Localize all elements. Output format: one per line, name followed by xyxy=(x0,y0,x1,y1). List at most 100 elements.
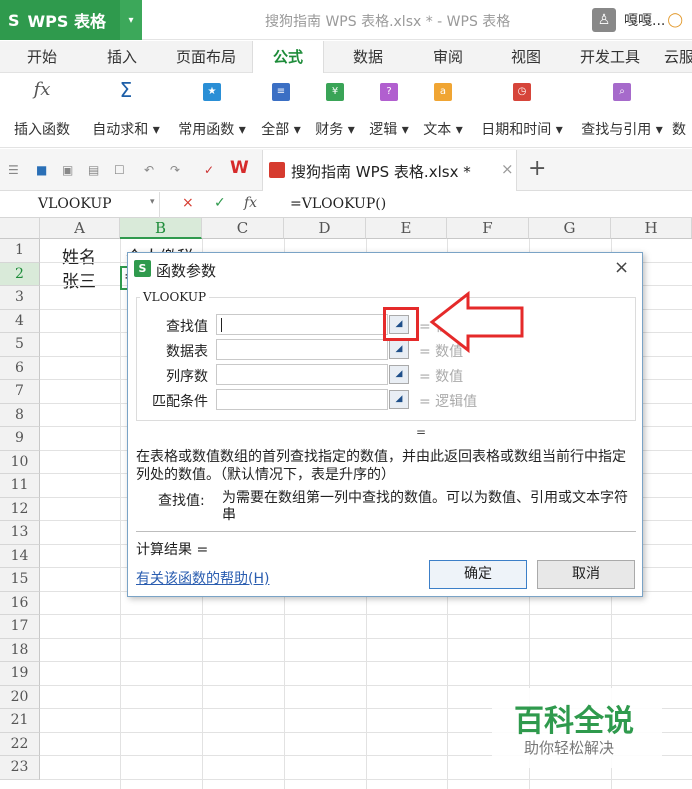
close-tab-icon[interactable]: × xyxy=(501,160,514,178)
row-header[interactable]: 17 xyxy=(0,615,40,639)
select-all-corner[interactable] xyxy=(0,218,40,239)
cell-a2[interactable]: 张三 xyxy=(62,267,96,292)
menu-insert[interactable]: 插入 xyxy=(94,41,150,73)
financial-button[interactable]: ¥ 财务 ▾ xyxy=(310,73,360,148)
row-header[interactable]: 23 xyxy=(0,756,40,780)
menu-home[interactable]: 开始 xyxy=(14,41,70,73)
row-header[interactable]: 14 xyxy=(0,544,40,568)
col-index-input[interactable] xyxy=(216,364,388,385)
print-icon[interactable]: ▤ xyxy=(88,163,99,177)
row-header[interactable]: 5 xyxy=(0,333,40,357)
cell-a1[interactable]: 姓名 xyxy=(62,243,96,268)
datetime-button[interactable]: ◷ 日期和时间 ▾ xyxy=(474,73,570,148)
column-header-h[interactable]: H xyxy=(611,218,692,239)
wps-logo-icon: S xyxy=(134,260,151,277)
wps-w-icon[interactable]: W xyxy=(230,158,249,178)
column-header-g[interactable]: G xyxy=(529,218,611,239)
menu-formula[interactable]: 公式 xyxy=(252,41,324,74)
function-help-link[interactable]: 有关该函数的帮助(H) xyxy=(136,568,269,588)
open-icon[interactable]: ☰ xyxy=(8,163,19,177)
column-header-c[interactable]: C xyxy=(202,218,284,239)
lookup-reference-button[interactable]: ⌕ 查找与引用 ▾ xyxy=(574,73,670,148)
collapse-range-icon[interactable]: ◢ xyxy=(389,365,409,384)
row-header[interactable]: 15 xyxy=(0,568,40,592)
row-header[interactable]: 8 xyxy=(0,403,40,427)
menu-review[interactable]: 审阅 xyxy=(420,41,476,73)
row-header[interactable]: 13 xyxy=(0,521,40,545)
window-title: 搜狗指南 WPS 表格.xlsx * - WPS 表格 xyxy=(265,14,511,30)
menu-data[interactable]: 数据 xyxy=(340,41,396,73)
ok-button[interactable]: 确定 xyxy=(429,560,527,589)
save-icon[interactable]: ■ xyxy=(36,163,47,177)
watermark-title: 百科全说 xyxy=(514,704,634,739)
menu-cloud[interactable]: 云服 xyxy=(664,41,692,73)
column-header-a[interactable]: A xyxy=(40,218,120,239)
skin-icon[interactable]: ◯ xyxy=(667,12,683,28)
user-account[interactable]: ♙ 嘎嘎... ◯ xyxy=(592,5,692,35)
autosum-button[interactable]: Σ 自动求和 ▾ xyxy=(86,73,166,148)
all-functions-button[interactable]: ≡ 全部 ▾ xyxy=(256,73,306,148)
menu-page-layout[interactable]: 页面布局 xyxy=(168,41,244,73)
collapse-range-icon[interactable]: ◢ xyxy=(389,340,409,359)
ribbon-label: 文本 ▾ xyxy=(423,122,463,138)
row-header[interactable]: 3 xyxy=(0,286,40,310)
row-header[interactable]: 4 xyxy=(0,309,40,333)
text-button[interactable]: a 文本 ▾ xyxy=(418,73,468,148)
ribbon-label: 日期和时间 ▾ xyxy=(481,122,563,138)
menu-view[interactable]: 视图 xyxy=(498,41,554,73)
column-header-b[interactable]: B xyxy=(120,218,202,239)
avatar-icon[interactable]: ♙ xyxy=(592,8,616,32)
name-box[interactable]: VLOOKUP ▾ xyxy=(0,192,160,218)
ribbon: fx 插入函数 Σ 自动求和 ▾ ★ 常用函数 ▾ ≡ 全部 ▾ ¥ 财务 ▾ … xyxy=(0,73,692,148)
cancel-formula-icon[interactable]: × xyxy=(182,195,194,211)
row-header[interactable]: 19 xyxy=(0,662,40,686)
grid-line xyxy=(40,614,692,615)
row-header[interactable]: 1 xyxy=(0,239,40,263)
math-button[interactable]: 数 xyxy=(672,73,692,148)
column-header-d[interactable]: D xyxy=(284,218,366,239)
app-name: WPS 表格 xyxy=(27,12,107,31)
logical-button[interactable]: ? 逻辑 ▾ xyxy=(364,73,414,148)
row-header[interactable]: 9 xyxy=(0,427,40,451)
document-tab[interactable]: 搜狗指南 WPS 表格.xlsx * × xyxy=(262,150,517,191)
app-dropdown-icon[interactable]: ▾ xyxy=(120,0,142,40)
table-array-input[interactable] xyxy=(216,339,388,360)
row-header[interactable]: 11 xyxy=(0,474,40,498)
menu-developer[interactable]: 开发工具 xyxy=(572,41,648,73)
new-tab-icon[interactable]: + xyxy=(528,156,546,181)
lookup-value-input[interactable] xyxy=(216,314,388,335)
column-header-e[interactable]: E xyxy=(366,218,447,239)
row-header[interactable]: 7 xyxy=(0,380,40,404)
row-header[interactable]: 6 xyxy=(0,356,40,380)
undo-icon[interactable]: ↶ xyxy=(144,163,154,177)
row-header[interactable]: 22 xyxy=(0,732,40,756)
cancel-button[interactable]: 取消 xyxy=(537,560,635,589)
format-painter-icon[interactable]: ✓ xyxy=(204,163,214,177)
dialog-title-bar[interactable]: S 函数参数 × xyxy=(128,253,642,285)
ribbon-label: 插入函数 xyxy=(14,122,70,138)
row-header[interactable]: 18 xyxy=(0,638,40,662)
user-name[interactable]: 嘎嘎... xyxy=(624,10,665,30)
formula-input[interactable]: =VLOOKUP() xyxy=(290,196,386,212)
confirm-formula-icon[interactable]: ✓ xyxy=(214,195,226,211)
export-icon[interactable]: ▣ xyxy=(62,163,73,177)
row-header[interactable]: 20 xyxy=(0,685,40,709)
row-header[interactable]: 21 xyxy=(0,709,40,733)
row-header[interactable]: 16 xyxy=(0,591,40,615)
preview-icon[interactable]: ☐ xyxy=(114,163,125,177)
row-header[interactable]: 10 xyxy=(0,450,40,474)
close-dialog-icon[interactable]: × xyxy=(614,257,629,278)
insert-function-button[interactable]: fx 插入函数 xyxy=(4,73,80,148)
divider xyxy=(136,531,636,532)
chevron-down-icon[interactable]: ▾ xyxy=(150,197,155,207)
column-header-f[interactable]: F xyxy=(447,218,529,239)
range-lookup-input[interactable] xyxy=(216,389,388,410)
app-menu-button[interactable]: S WPS 表格 ▾ xyxy=(0,0,142,40)
fx-icon[interactable]: fx xyxy=(244,195,257,211)
common-functions-button[interactable]: ★ 常用函数 ▾ xyxy=(170,73,254,148)
row-header[interactable]: 12 xyxy=(0,497,40,521)
star-icon: ★ xyxy=(203,83,221,101)
row-header[interactable]: 2 xyxy=(0,262,40,286)
redo-icon[interactable]: ↷ xyxy=(170,163,180,177)
collapse-range-icon[interactable]: ◢ xyxy=(389,390,409,409)
